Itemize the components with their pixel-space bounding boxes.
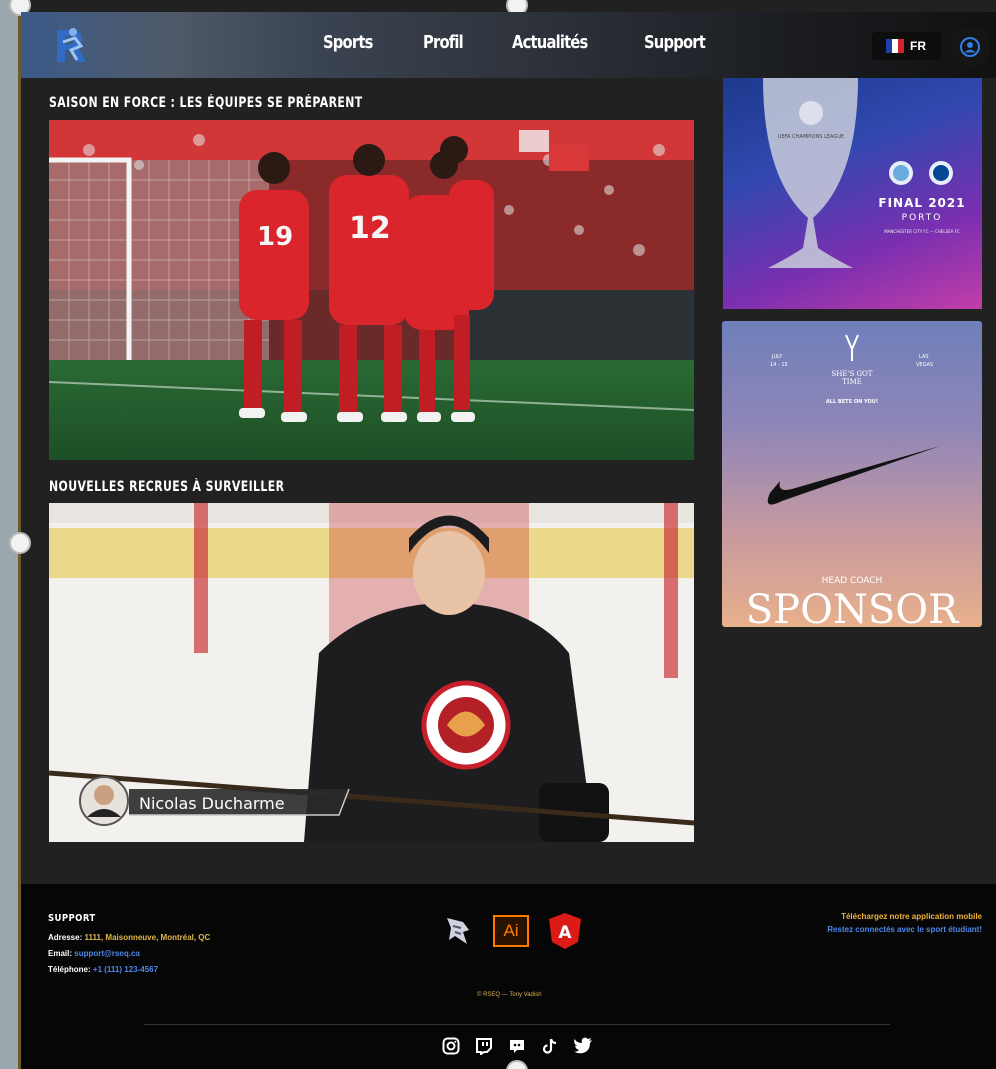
ad-date: JULY <box>771 354 783 360</box>
final-city: PORTO <box>902 213 943 223</box>
ad-head-coach: HEAD COACH <box>822 576 883 586</box>
soccer-team-photo[interactable]: 19 12 <box>49 120 694 460</box>
final-teams: MANCHESTER CITY FC — CHELSEA FC <box>884 229 960 234</box>
instagram-icon[interactable] <box>441 1036 461 1056</box>
rseq-logo[interactable]: R <box>49 20 97 70</box>
user-icon <box>960 37 980 57</box>
twitch-icon[interactable] <box>474 1036 494 1056</box>
footer-app-promo: Téléchargez notre application mobile Res… <box>827 910 982 936</box>
language-code: FR <box>910 39 926 53</box>
hockey-recruit-image: Nicolas Ducharme <box>49 503 694 842</box>
svg-text:14 - 15: 14 - 15 <box>770 362 788 368</box>
discord-icon[interactable] <box>507 1036 527 1056</box>
nav-profil[interactable]: Profil <box>423 32 464 53</box>
hawk-logo-icon <box>447 918 469 944</box>
ad-sponsor-text: SPONSOR <box>746 587 960 627</box>
tech-logos: Ai A <box>441 912 583 950</box>
section-title-recruits: NOUVELLES RECRUES À SURVEILLER <box>49 479 285 495</box>
jersey-number-12: 12 <box>349 211 391 246</box>
footer-phone: Téléphone: +1 (111) 123-4567 <box>48 965 159 974</box>
final-title: FINAL 2021 <box>878 196 965 210</box>
footer-phone-link[interactable]: +1 (111) 123-4567 <box>93 965 158 974</box>
section-title-season: SAISON EN FORCE : LES ÉQUIPES SE PRÉPARE… <box>49 95 363 111</box>
svg-text:TIME: TIME <box>842 378 862 386</box>
footer-divider <box>144 1024 890 1025</box>
ad-nike-sponsor[interactable]: JULY 14 - 15 LAS VEGAS SHE'S GOT TIME AL… <box>722 321 982 627</box>
footer-app-tagline: Restez connectés avec le sport étudiant! <box>827 925 982 934</box>
hockey-player-photo[interactable]: Nicolas Ducharme <box>49 503 694 842</box>
site-footer: SUPPORT Adresse: 1111, Maisonneuve, Mont… <box>21 884 996 1069</box>
footer-support-heading: SUPPORT <box>48 913 96 924</box>
player-name-caption: Nicolas Ducharme <box>139 794 285 813</box>
nav-sports[interactable]: Sports <box>323 32 373 53</box>
svg-text:A: A <box>558 923 572 943</box>
nav-actualites[interactable]: Actualités <box>512 32 588 53</box>
svg-text:VEGAS: VEGAS <box>916 362 933 368</box>
footer-address: Adresse: 1111, Maisonneuve, Montréal, QC <box>48 933 211 942</box>
twitter-icon[interactable] <box>573 1036 593 1056</box>
tiktok-icon[interactable] <box>540 1036 560 1056</box>
nike-ad-image: JULY 14 - 15 LAS VEGAS SHE'S GOT TIME AL… <box>746 334 960 627</box>
site-header: R Sports Profil Actualités Support FR <box>21 12 996 78</box>
illustrator-icon: Ai <box>493 915 529 947</box>
footer-email-link[interactable]: support@rseq.ca <box>74 949 140 958</box>
ad-location: LAS <box>919 354 929 360</box>
svg-text:UEFA CHAMPIONS LEAGUE: UEFA CHAMPIONS LEAGUE <box>778 134 844 140</box>
nav-support[interactable]: Support <box>644 32 706 53</box>
main-nav: Sports Profil Actualités Support <box>323 32 718 53</box>
angular-icon: A <box>549 913 581 949</box>
svg-text:SHE'S GOT: SHE'S GOT <box>832 370 873 378</box>
footer-app-download[interactable]: Téléchargez notre application mobile <box>827 910 982 923</box>
language-selector[interactable]: FR <box>872 32 942 60</box>
ad-tagline: ALL BETS ON YOU! <box>826 399 878 405</box>
resize-handle-left[interactable] <box>9 532 31 554</box>
user-account-button[interactable] <box>949 26 991 68</box>
nike-swoosh-icon <box>767 446 940 505</box>
french-flag-icon <box>886 39 904 53</box>
ad-champions-final[interactable]: UEFA CHAMPIONS LEAGUE FINAL 2021 PORTO M… <box>723 78 982 309</box>
footer-copyright: © RSEQ — Tony Vadish <box>477 992 542 998</box>
social-links <box>441 1036 593 1056</box>
jersey-number-19: 19 <box>257 222 293 252</box>
footer-email: Email: support@rseq.ca <box>48 949 140 958</box>
footer-support: SUPPORT Adresse: 1111, Maisonneuve, Mont… <box>48 908 210 978</box>
trophy-image: UEFA CHAMPIONS LEAGUE FINAL 2021 PORTO M… <box>763 78 965 268</box>
soccer-celebration-image: 19 12 <box>49 120 694 460</box>
